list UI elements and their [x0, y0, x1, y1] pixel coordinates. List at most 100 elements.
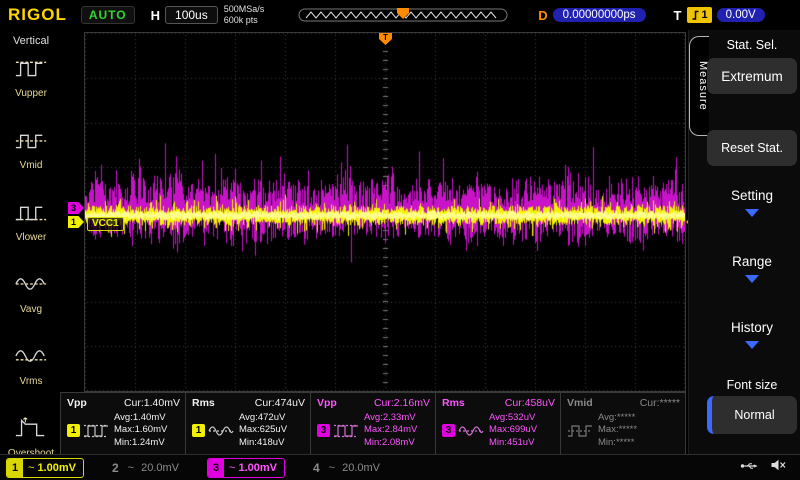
run-status-badge: AUTO [80, 6, 135, 24]
measurement-avg: Avg:2.33mV [364, 412, 416, 423]
sidebar-item-label: Vrms [19, 376, 43, 387]
measurement-avg: Avg:472uV [239, 412, 286, 423]
rms-measure-icon [208, 422, 234, 440]
vpp-measure-icon [83, 422, 109, 440]
range-label: Range [732, 254, 772, 269]
channel2-status[interactable]: 2 ~ 20.0mV [112, 461, 179, 475]
setting-label: Setting [730, 188, 774, 203]
waveform-canvas [85, 33, 685, 391]
channel3-scale: 1.00mV [238, 461, 277, 474]
memory-depth: 600k pts [223, 15, 258, 25]
measurement-avg: Avg:***** [598, 412, 636, 423]
trigger-source-number: 1 [701, 9, 708, 21]
sidebar-item-label: Vlower [15, 232, 47, 243]
channel-status-bar: 1 ~ 1.00mV 2 ~ 20.0mV 3 ~ 1.00mV 4 ~ 20.… [0, 454, 800, 480]
sidebar-item-overshoot[interactable]: Overshoot [8, 415, 54, 459]
graticule: T VCC1 [84, 32, 686, 392]
channel4-badge: 4 [312, 460, 320, 475]
measurement-max: Max:2.84mV [364, 424, 418, 436]
timebase-value[interactable]: 100us [165, 6, 218, 24]
measurement-panel-rms-ch3: Rms Cur:458uV 3 Avg:532uV Max:699uV Min:… [436, 393, 561, 454]
history-button[interactable]: History [707, 320, 797, 349]
trigger-level-value: 0.00V [716, 8, 765, 22]
measurement-name: Vmid [567, 397, 593, 409]
channel4-scale: 20.0mV [342, 461, 381, 474]
trigger-source-badge[interactable]: 1 [686, 7, 712, 23]
ch3-level-marker[interactable]: 3 [68, 202, 84, 214]
horizontal-label: H [150, 7, 161, 23]
vmid-measure-icon [567, 422, 593, 440]
trigger-label: T [673, 7, 682, 23]
measurement-cur: Cur:2.16mV [373, 397, 430, 409]
measurement-min: Min:2.08mV [364, 436, 415, 448]
measurement-cur: Cur:***** [639, 397, 680, 409]
channel3-badge: 3 [208, 458, 225, 477]
font-size-button[interactable]: Normal [707, 396, 797, 434]
channel-badge: 3 [442, 424, 455, 438]
overshoot-icon [14, 415, 48, 446]
measurement-min: Min:418uV [239, 436, 285, 448]
measurement-min: Min:***** [598, 436, 635, 448]
measurement-panel-vmid-empty: Vmid Cur:***** Avg:***** Max:***** Min:*… [561, 393, 686, 454]
measure-menu-panel: Measure Stat. Sel. Extremum Reset Stat. … [688, 30, 800, 454]
coupling-icon: ~ [328, 461, 336, 474]
trace-label[interactable]: VCC1 [87, 217, 124, 231]
vpp-measure-icon [333, 422, 359, 440]
sidebar-item-vlower[interactable]: Vlower [14, 199, 48, 243]
reset-stat-button[interactable]: Reset Stat. [707, 130, 797, 166]
measurement-min: Min:451uV [489, 436, 535, 448]
top-status-bar: RIGOL AUTO H 100us 500MSa/s 600k pts D 0… [0, 0, 800, 30]
sidebar-item-vrms[interactable]: Vrms [14, 343, 48, 387]
acquisition-info: 500MSa/s 600k pts [224, 4, 265, 26]
measurement-cur: Cur:474uV [254, 397, 305, 409]
channel1-scale: 1.00mV [37, 461, 76, 474]
measurement-name: Vpp [317, 397, 337, 409]
memory-position-bar[interactable] [298, 7, 508, 23]
channel3-status[interactable]: 3 ~ 1.00mV [207, 457, 285, 478]
measurement-panel-vpp-ch1: Vpp Cur:1.40mV 1 Avg:1.40mV Max:1.60mV M… [61, 393, 186, 454]
sample-rate: 500MSa/s [223, 4, 265, 15]
sidebar-item-label: Vavg [19, 304, 43, 315]
sidebar-item-label: Vupper [15, 88, 47, 99]
memory-trigger-marker [397, 8, 410, 19]
sidebar-item-label: Vmid [19, 160, 43, 171]
measurement-cur: Cur:1.40mV [123, 397, 180, 409]
channel-badge: 1 [192, 424, 205, 438]
range-button[interactable]: Range [707, 254, 797, 283]
channel1-badge: 1 [7, 458, 23, 477]
sidebar-item-vavg[interactable]: Vavg [14, 271, 48, 315]
setting-button[interactable]: Setting [707, 188, 797, 217]
sidebar-item-vmid[interactable]: Vmid [14, 127, 48, 171]
measurement-avg: Avg:1.40mV [114, 412, 166, 423]
measurement-max: Max:***** [598, 424, 638, 436]
usb-icon [740, 459, 758, 477]
measurement-panel-vpp-ch3: Vpp Cur:2.16mV 3 Avg:2.33mV Max:2.84mV M… [311, 393, 436, 454]
measurement-min: Min:1.24mV [114, 436, 165, 448]
measurement-cur: Cur:458uV [504, 397, 555, 409]
delay-label: D [538, 7, 548, 23]
measurement-name: Rms [192, 397, 215, 409]
font-size-label: Font size [726, 378, 778, 392]
speaker-icon [770, 458, 786, 477]
vmid-icon [14, 127, 48, 158]
measure-tab[interactable]: Measure [689, 36, 709, 136]
ch1-level-marker[interactable]: 1 [68, 216, 84, 228]
channel2-badge: 2 [111, 460, 119, 475]
delay-value: 0.00000000ps [552, 8, 646, 22]
channel1-status[interactable]: 1 ~ 1.00mV [6, 457, 84, 478]
measurement-bar: Vpp Cur:1.40mV 1 Avg:1.40mV Max:1.60mV M… [60, 392, 686, 454]
channel-badge: 1 [67, 424, 80, 438]
rms-measure-icon [458, 422, 484, 440]
stat-sel-button[interactable]: Extremum [707, 58, 797, 94]
channel4-status[interactable]: 4 ~ 20.0mV [313, 461, 380, 475]
measurement-name: Rms [442, 397, 465, 409]
sidebar-title: Vertical [12, 35, 50, 47]
measurement-max: Max:699uV [489, 424, 538, 436]
memory-bar-graphic [298, 8, 508, 22]
trigger-slope-icon [692, 10, 698, 20]
sidebar-item-vupper[interactable]: Vupper [14, 55, 48, 99]
measurement-panel-rms-ch1: Rms Cur:474uV 1 Avg:472uV Max:625uV Min:… [186, 393, 311, 454]
channel-badge: 3 [317, 424, 330, 438]
coupling-icon: ~ [229, 461, 236, 474]
rigol-logo: RIGOL [8, 5, 67, 24]
